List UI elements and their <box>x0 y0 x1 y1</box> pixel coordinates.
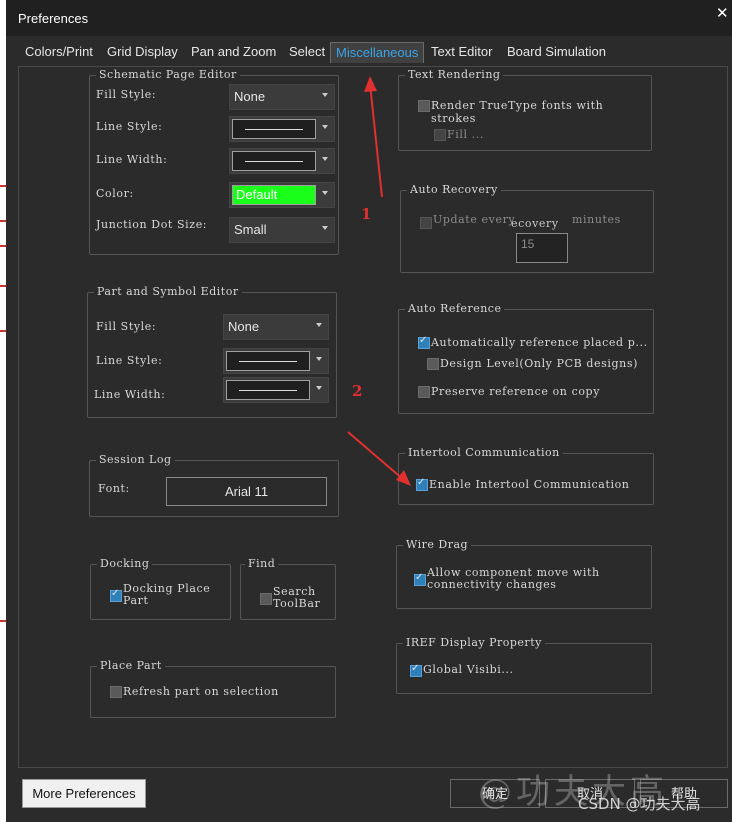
annotation-number-2: 2 <box>352 382 363 400</box>
annotation-arrowhead-2 <box>396 470 411 486</box>
annotation-number-1: 1 <box>361 205 372 223</box>
watermark-small: CSDN @功夫大高 <box>578 795 701 813</box>
annotation-arrow-1 <box>369 83 383 198</box>
annotation-arrow-2 <box>347 431 405 481</box>
annotation-overlay <box>347 76 411 486</box>
more-preferences-button[interactable]: More Preferences <box>22 779 146 808</box>
annotation-arrowhead-1 <box>364 76 377 92</box>
